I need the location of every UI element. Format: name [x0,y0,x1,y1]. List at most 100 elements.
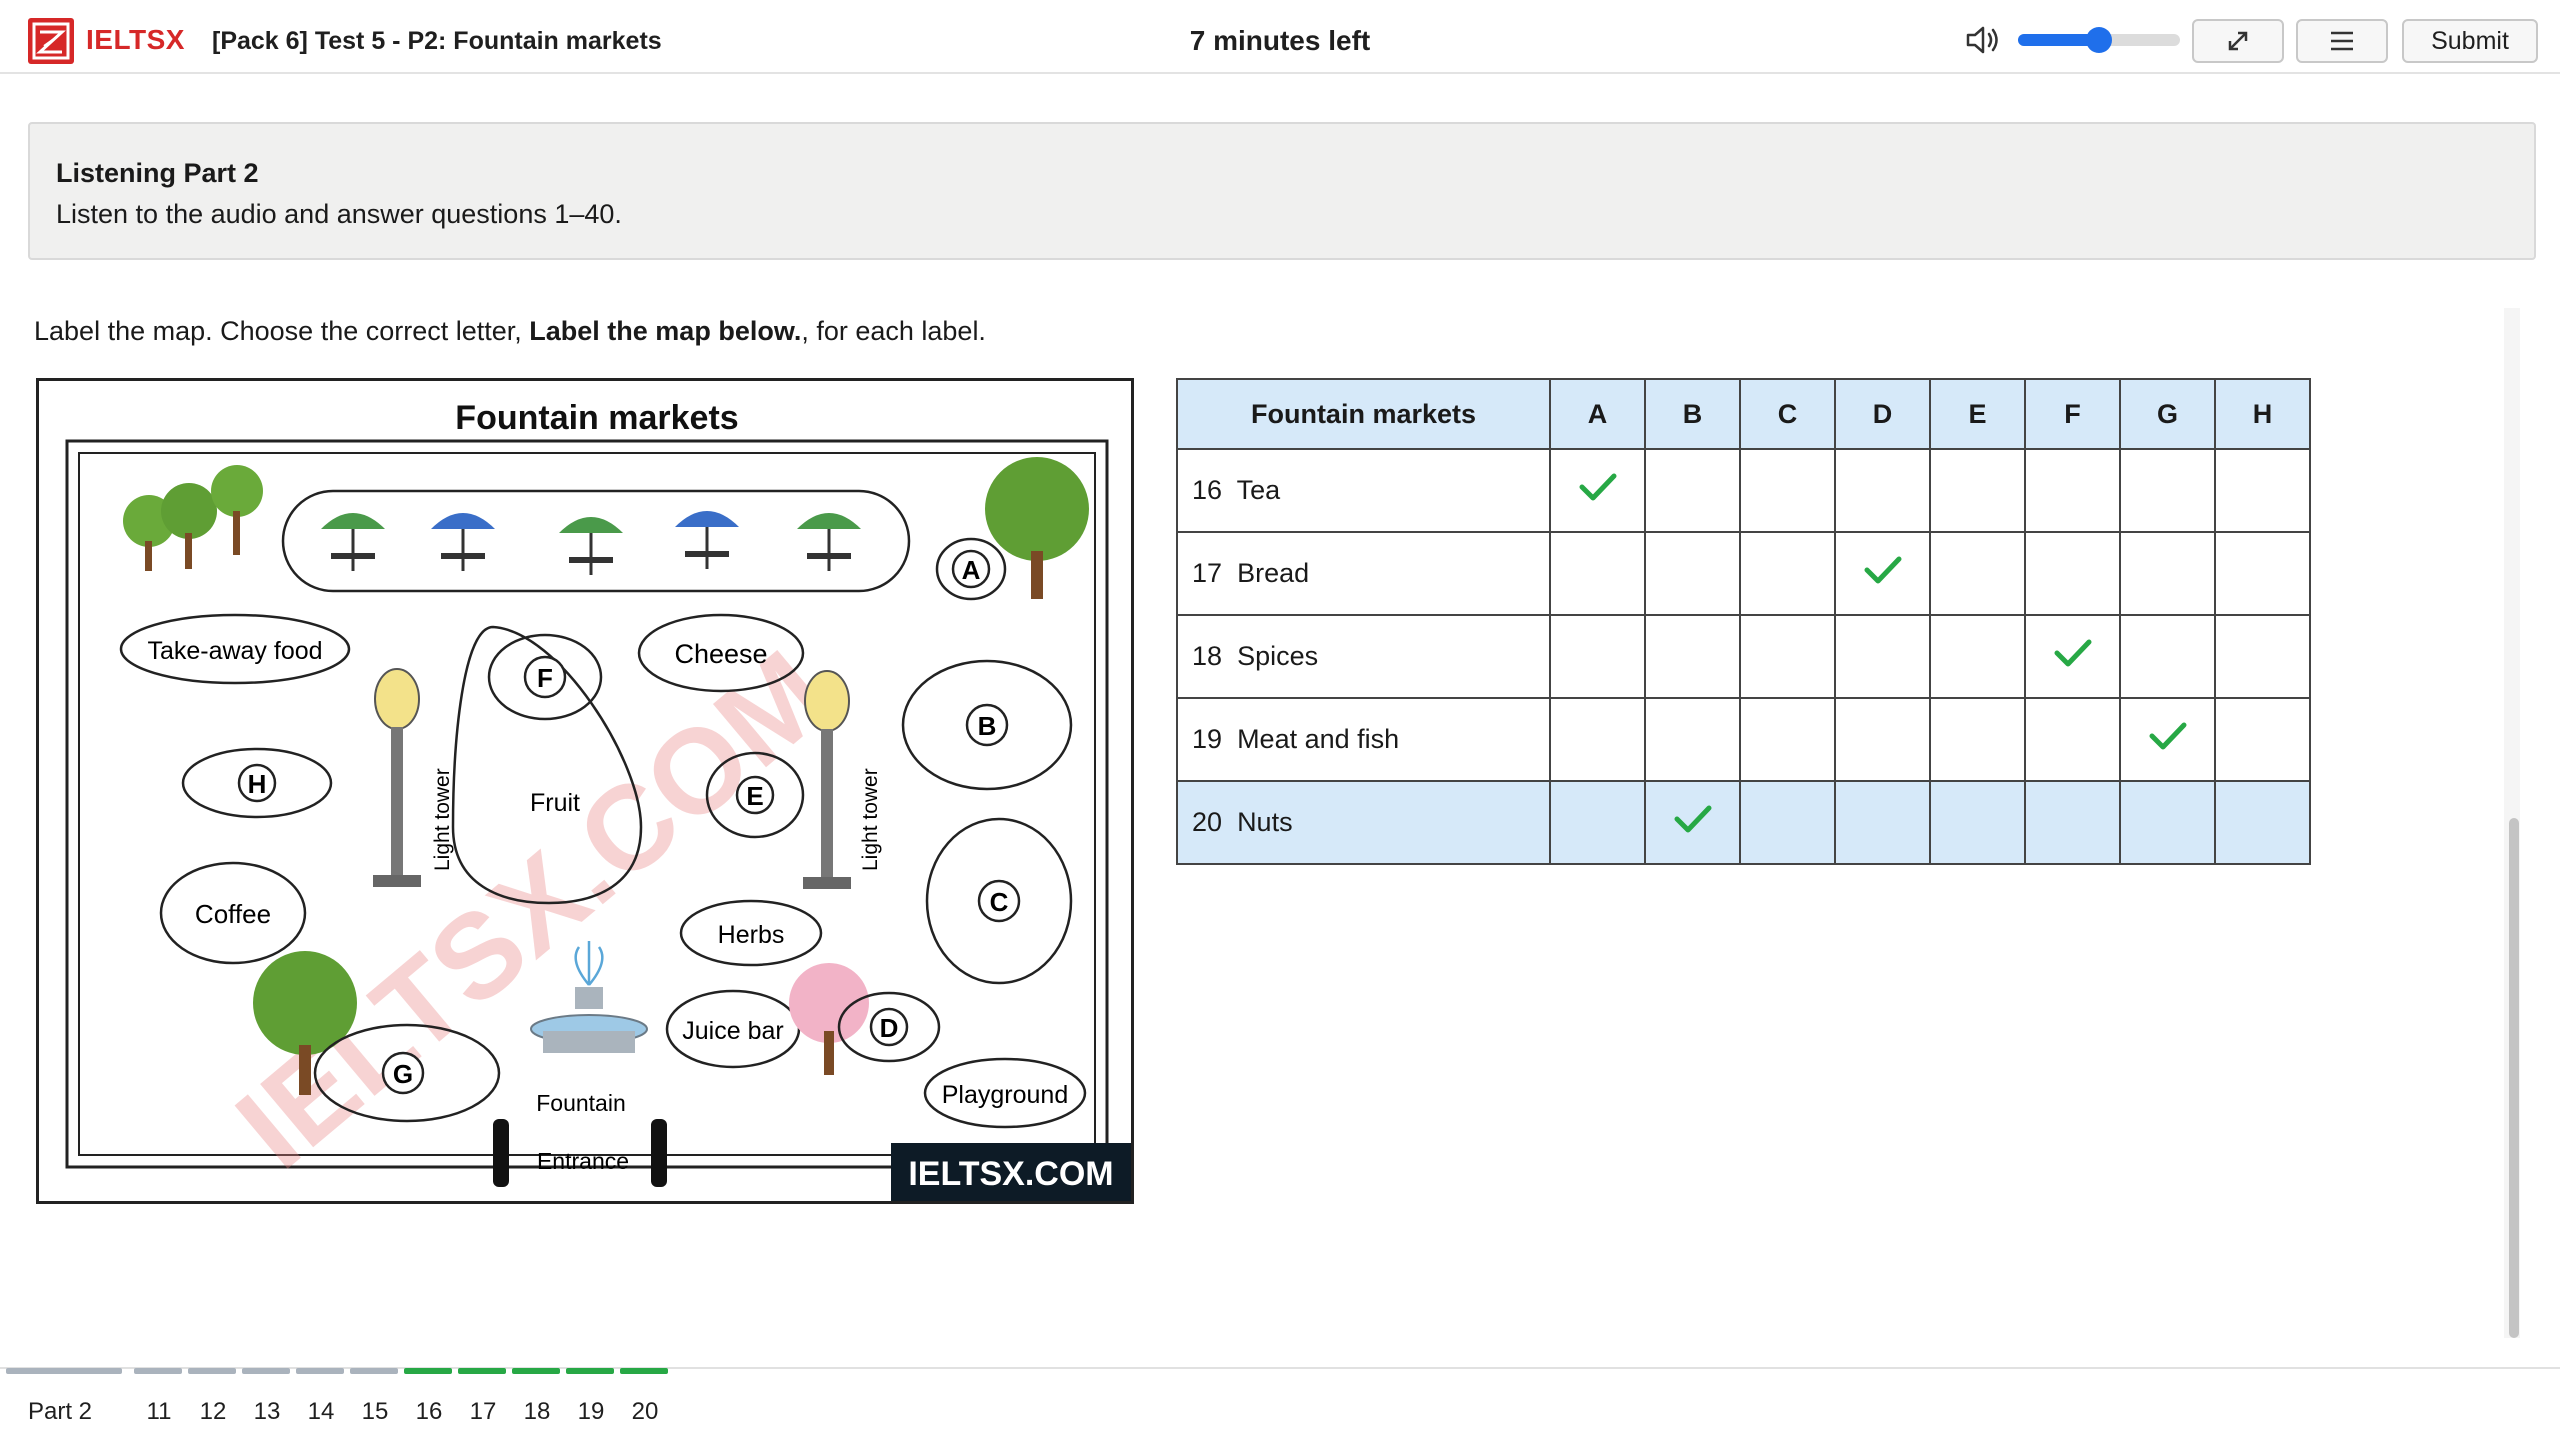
map-label-coffee: Coffee [195,899,271,929]
submit-button[interactable]: Submit [2402,19,2538,63]
answer-grid-row-label: 17 Bread [1176,531,1551,616]
answer-cell-c[interactable] [1739,780,1836,865]
answer-cell-b[interactable] [1644,531,1741,616]
answer-cell-h[interactable] [2214,531,2311,616]
answer-cell-a[interactable] [1549,448,1646,533]
answer-cell-b[interactable] [1644,448,1741,533]
question-label: Spices [1237,641,1319,671]
answer-cell-c[interactable] [1739,614,1836,699]
answer-cell-g[interactable] [2119,780,2216,865]
question-nav-17[interactable]: 17 [458,1398,508,1426]
map-letter-h: H [248,769,267,799]
answer-cell-f[interactable] [2024,614,2121,699]
answer-grid-column-f: F [2024,378,2121,450]
answer-cell-a[interactable] [1549,697,1646,782]
volume-slider[interactable] [2018,27,2180,53]
instructions-text: Listen to the audio and answer questions… [56,199,622,229]
answer-cell-g[interactable] [2119,614,2216,699]
answer-grid-row-label: 18 Spices [1176,614,1551,699]
answer-cell-g[interactable] [2119,531,2216,616]
answer-cell-f[interactable] [2024,448,2121,533]
answer-cell-h[interactable] [2214,780,2311,865]
answer-cell-d[interactable] [1834,780,1931,865]
question-nav-18[interactable]: 18 [512,1398,562,1426]
answer-cell-a[interactable] [1549,614,1646,699]
volume-icon[interactable] [1964,22,2004,58]
entrance-post-left [493,1119,509,1187]
answer-cell-h[interactable] [2214,614,2311,699]
question-nav-19[interactable]: 19 [566,1398,616,1426]
question-nav-14[interactable]: 14 [296,1398,346,1426]
market-map: Fountain markets IELTSX.COM A Take-away … [36,378,1134,1204]
question-nav-15[interactable]: 15 [350,1398,400,1426]
question-progress-segment [296,1368,344,1374]
part-progress-segment [6,1368,122,1374]
question-nav-12[interactable]: 12 [188,1398,238,1426]
answer-cell-e[interactable] [1929,614,2026,699]
answer-cell-c[interactable] [1739,531,1836,616]
checkmark-icon [2054,639,2091,667]
answer-cell-a[interactable] [1549,780,1646,865]
answer-grid-row-label: 16 Tea [1176,448,1551,533]
answer-cell-h[interactable] [2214,448,2311,533]
map-label-cheese: Cheese [674,639,767,669]
question-progress-segment [242,1368,290,1374]
answer-cell-g[interactable] [2119,448,2216,533]
answer-cell-d[interactable] [1834,614,1931,699]
answer-cell-d[interactable] [1834,531,1931,616]
question-label: Tea [1236,475,1281,505]
question-nav-11[interactable]: 11 [134,1398,184,1426]
answer-cell-d[interactable] [1834,448,1931,533]
answer-cell-f[interactable] [2024,780,2121,865]
test-title: [Pack 6] Test 5 - P2: Fountain markets [212,27,662,55]
answer-grid-row: 16 Tea [1176,448,2311,533]
question-nav-13[interactable]: 13 [242,1398,292,1426]
answer-grid-title: Fountain markets [1176,378,1551,450]
answer-cell-h[interactable] [2214,697,2311,782]
answer-grid-column-h: H [2214,378,2311,450]
answer-cell-f[interactable] [2024,531,2121,616]
answer-cell-g[interactable] [2119,697,2216,782]
answer-cell-a[interactable] [1549,531,1646,616]
answer-cell-e[interactable] [1929,780,2026,865]
answer-cell-b[interactable] [1644,614,1741,699]
map-letter-g: G [393,1059,413,1089]
answer-grid-row: 17 Bread [1176,531,2311,616]
answer-cell-e[interactable] [1929,531,2026,616]
part-title: Listening Part 2 [56,158,259,188]
question-progress-segment [134,1368,182,1374]
checkmark-icon [1674,805,1711,833]
answer-cell-d[interactable] [1834,697,1931,782]
question-progress-segment [458,1368,506,1374]
answer-grid-row: 19 Meat and fish [1176,697,2311,782]
question-nav-16[interactable]: 16 [404,1398,454,1426]
fullscreen-button[interactable] [2192,19,2284,63]
part-nav-label[interactable]: Part 2 [28,1398,92,1426]
ieltsx-logo-icon [28,18,74,64]
time-remaining: 7 minutes left [1189,25,1371,56]
question-label: Nuts [1237,807,1293,837]
map-letter-c: C [990,887,1009,917]
volume-slider-thumb[interactable] [2086,27,2112,53]
cafe-seating-area [281,489,911,593]
blossom-tree-icon [789,963,869,1075]
answer-cell-e[interactable] [1929,697,2026,782]
question-instruction-bold: Label the map below. [529,316,802,346]
answer-cell-c[interactable] [1739,448,1836,533]
answer-grid-row: 20 Nuts [1176,780,2311,865]
menu-button[interactable] [2296,19,2388,63]
scrollbar-thumb[interactable] [2509,818,2519,1338]
answer-cell-e[interactable] [1929,448,2026,533]
answer-cell-b[interactable] [1644,697,1741,782]
answer-cell-b[interactable] [1644,780,1741,865]
question-progress-segment [566,1368,614,1374]
answer-grid-column-a: A [1549,378,1646,450]
question-nav-20[interactable]: 20 [620,1398,670,1426]
map-label-juice-bar: Juice bar [682,1017,783,1045]
umbrella-table-icons [321,511,861,575]
answer-cell-f[interactable] [2024,697,2121,782]
map-letter-d: D [880,1013,899,1043]
entrance-post-right [651,1119,667,1187]
answer-cell-c[interactable] [1739,697,1836,782]
question-number: 19 [1192,724,1223,754]
